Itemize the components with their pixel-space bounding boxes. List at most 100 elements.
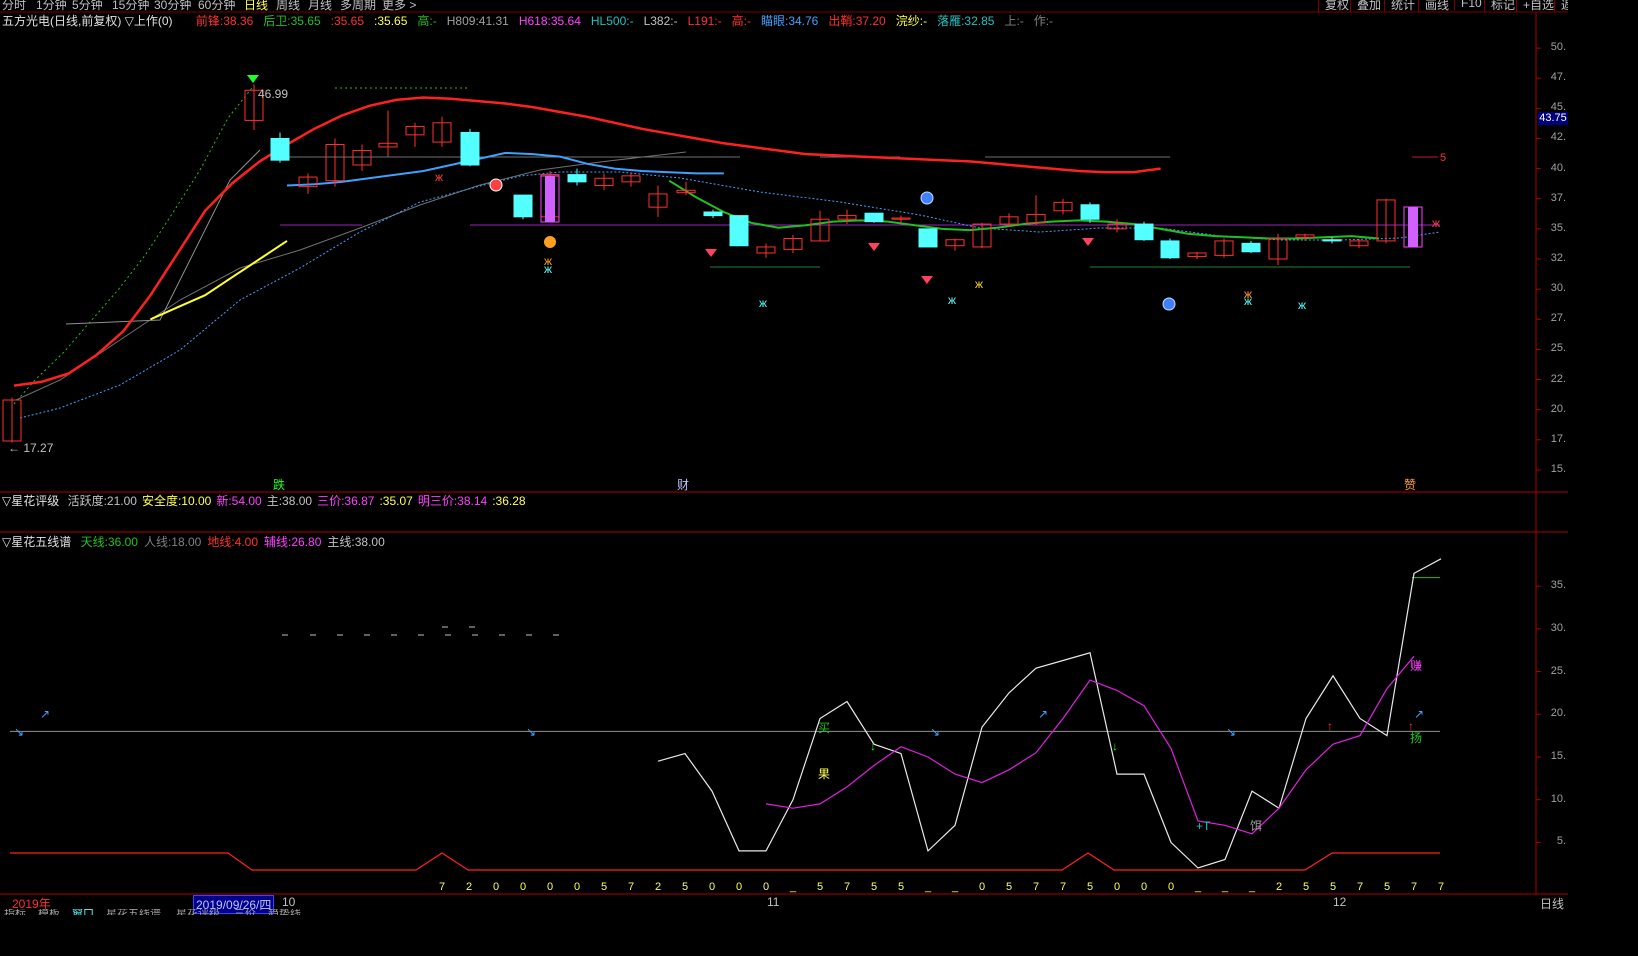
gold-coin [544,236,556,248]
price-tick-label: 32. [1550,252,1566,264]
info-item-5: :35.07 [379,494,412,508]
info-item-6: 明三价:38.14 [418,494,487,508]
lower-tick-label: 20. [1550,707,1566,720]
indicator-tabs: 指标 模板 窗口 星花五线谱 星花评级 三价 趋势线 [0,909,1568,915]
blue-orb-2 [1162,297,1176,311]
digit-mark: 0 [1168,881,1174,893]
info-item-value: - [432,14,437,28]
bottom-marker: 财 [677,478,689,492]
signal-arrow-icon: ↓ [870,739,876,753]
signal-label: +T [1196,819,1211,833]
info-item-label: 高: [417,14,433,28]
info-item-value: 38.14 [457,494,488,508]
info-item-label: 后卫: [263,14,291,28]
info-item-label: 主线: [327,535,355,549]
info-item-0: 前锋:38.36 [196,14,253,28]
lower-tick-label: 30. [1550,621,1566,634]
butterfly-icon: ж [435,170,443,184]
low-price-label: ← 17.27 [8,441,54,455]
digit-mark: 0 [979,881,985,893]
info-item-label: 天线: [80,535,108,549]
rating-title[interactable]: ▽星花评级 [2,494,59,508]
signal-label: 扬 [1410,730,1422,745]
signal-arrow-icon: ↘ [14,725,24,739]
info-item-value: 18.00 [171,535,202,549]
digit-mark: 7 [439,881,445,893]
info-item-label: H809: [446,14,479,28]
price-tick-label: 30. [1550,282,1566,295]
stock-chart[interactable]: жжжж жжжж жж46.99← 17.275跌财赞↘↗↘ ↘↗↘↗↓ ↓↑ ↑买果+… [0,0,1568,915]
info-item-4: 三价:36.87 [317,494,374,508]
signal-label: 饵 [1250,819,1262,833]
price-tick-label: 40. [1550,161,1566,174]
digit-mark: _ [1221,881,1229,893]
price-tick-label: 37. [1550,191,1566,204]
info-item-value: - [629,14,634,28]
candle-body [1322,239,1342,242]
digit-mark: 7 [1411,881,1417,893]
indicator-tab-2[interactable]: 窗口 [72,909,94,915]
red-orb [489,178,503,192]
digit-mark: _ [924,881,932,893]
info-item-label: 三价: [317,494,345,508]
price-tick-label: 47. [1550,71,1566,84]
digit-mark: _ [1194,881,1202,893]
gray-ma-line-2 [65,149,261,325]
info-item-1: 安全度:10.00 [142,494,211,508]
info-item-label: HL500: [590,14,630,28]
info-item-value: 36.00 [107,535,138,549]
info-item-15: 上:- [1004,14,1023,28]
indicator-tab-4[interactable]: 星花评级 [176,909,220,915]
digit-mark: 0 [547,881,553,893]
butterfly-icon: ж [1298,298,1306,312]
digit-mark: _ [789,881,797,893]
main-title[interactable]: 五方光电(日线,前复权) ▽上作(0) [2,14,173,28]
info-item-value: - [1049,14,1054,28]
candle-body [1160,240,1180,259]
signal-label: 果 [818,767,830,781]
info-item-2: 新:54.00 [216,494,261,508]
digit-mark: 0 [736,881,742,893]
info-item-11: 瞄眼:34.76 [761,14,818,28]
info-item-value: 34.76 [788,14,819,28]
blue-orb-1 [920,191,934,205]
info-item-label: 浣纱: [895,14,924,28]
digit-mark: 2 [1276,881,1282,893]
info-item-16: 作:- [1034,14,1053,28]
indicator-tab-0[interactable]: 指标 [4,909,26,915]
ruby-gem-icon [705,249,717,257]
indicator-tab-5[interactable]: 三价 [234,909,256,915]
indicator-tab-3[interactable]: 星花五线谱 [106,909,161,915]
price-tick-label: 22. [1550,372,1566,385]
info-item-label: 主: [266,494,283,508]
info-item-value: 37.20 [855,14,886,28]
gray-ma-line [15,151,687,401]
info-item-label: H618: [518,14,551,28]
level-marker-label: 5 [1440,152,1446,164]
bottom-marker: 赞 [1404,478,1416,492]
indicator-tab-6[interactable]: 趋势线 [268,909,301,915]
info-item-value: 35.64 [550,14,581,28]
signal-arrow-icon: ↗ [40,707,50,721]
fiveline-title[interactable]: ▽星花五线谱 [2,535,71,549]
info-item-value: - [717,14,722,28]
candle-body [864,212,884,223]
indicator-tab-1[interactable]: 模板 [38,909,60,915]
info-item-5: H809:41.31 [447,14,509,28]
signal-label: 赚 [1410,658,1422,673]
highlight-bar-2 [1408,207,1418,247]
candle-body [513,194,533,218]
info-item-value: 26.80 [291,535,322,549]
info-item-label: 落雁: [937,14,965,28]
lower-tick-label: 25. [1550,664,1566,677]
digit-mark: 5 [1330,881,1336,893]
info-item-label: L382: [643,14,674,28]
info-item-label: 新: [216,494,232,508]
candle-body [729,215,749,247]
info-item-3: 辅线:26.80 [264,535,321,549]
signal-arrow-icon: ↘ [1226,725,1236,739]
butterfly-icon: ж [544,262,552,276]
info-item-value: 38.00 [354,535,385,549]
digit-mark: 0 [709,881,715,893]
butterfly-icon: ж [759,296,767,310]
